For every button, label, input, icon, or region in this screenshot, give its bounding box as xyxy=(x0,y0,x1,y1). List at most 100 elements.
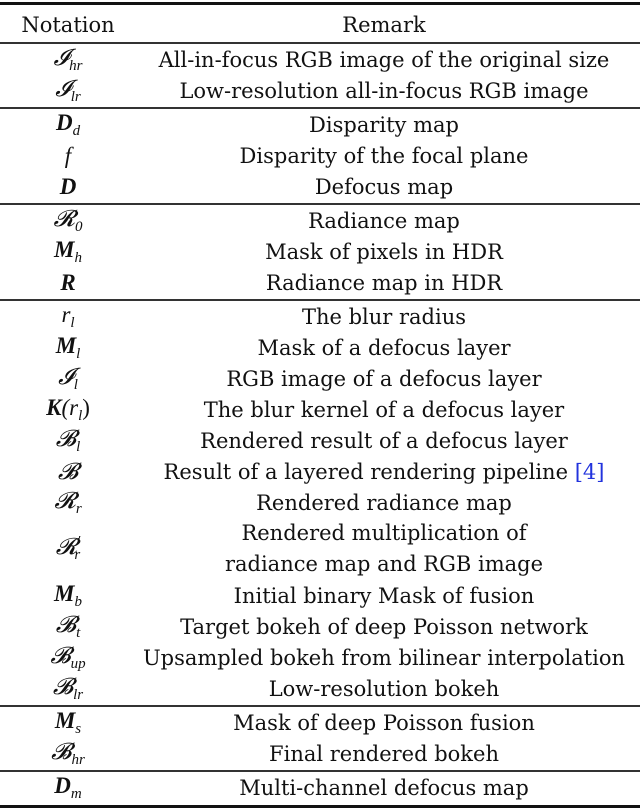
notation-cell: 𝓘lr xyxy=(0,76,136,106)
symbol-base: 𝓘 xyxy=(55,75,71,101)
symbol-base: 𝓑 xyxy=(55,425,77,451)
notation-symbol: 𝓘hr xyxy=(53,44,83,74)
symbol-base: 𝓑 xyxy=(57,458,79,484)
notation-symbol: K(rl) xyxy=(46,395,90,424)
symbol-base: 𝓘 xyxy=(53,44,70,70)
symbol-base: 𝓑 xyxy=(55,611,77,637)
notation-cell: Ml xyxy=(0,333,136,363)
remark-text-line2: radiance map and RGB image xyxy=(224,552,544,576)
header-row: Notation Remark xyxy=(0,8,640,42)
symbol-subscript: l xyxy=(70,314,75,331)
table-row: Dd Disparity map xyxy=(0,109,640,140)
remark-cell: Radiance map xyxy=(136,209,640,233)
symbol-subscript: h xyxy=(74,249,82,266)
remark-text: Disparity of the focal plane xyxy=(239,143,529,168)
remark-text: Mask of deep Poisson fusion xyxy=(233,710,535,735)
remark-text: Result of a layered rendering pipeline xyxy=(163,459,568,484)
notation-symbol: Ms xyxy=(55,708,81,737)
remark-cell: All-in-focus RGB image of the original s… xyxy=(136,48,640,72)
remark-cell: Rendered multiplication of radiance map a… xyxy=(136,518,640,580)
remark-text: Final rendered bokeh xyxy=(269,741,499,766)
table-row: Ml Mask of a defocus layer xyxy=(0,332,640,363)
notation-symbol: 𝓘l xyxy=(58,364,78,393)
symbol-subscript: r xyxy=(75,500,82,517)
table-row: 𝓑lr Low-resolution bokeh xyxy=(0,673,640,704)
notation-symbol: Ml xyxy=(55,332,81,362)
remark-cell: Mask of a defocus layer xyxy=(136,336,640,360)
table-row: Mh Mask of pixels in HDR xyxy=(0,236,640,267)
table-row: 𝓡′r Rendered multiplication of radiance ma… xyxy=(0,518,640,580)
notation-symbol: Mh xyxy=(54,236,82,266)
symbol-base: D xyxy=(59,173,77,199)
notation-symbol: 𝓑lr xyxy=(52,673,83,703)
remark-cell: The blur radius xyxy=(136,305,640,329)
symbol-base: M xyxy=(54,580,75,606)
remark-cell: Radiance map in HDR xyxy=(136,271,640,295)
remark-text: Disparity map xyxy=(309,112,459,137)
symbol-base: M xyxy=(55,332,77,358)
notation-symbol: R xyxy=(60,270,75,295)
remark-cell: Disparity map xyxy=(136,113,640,137)
table-row: 𝓘l RGB image of a defocus layer xyxy=(0,363,640,394)
remark-text: Multi-channel defocus map xyxy=(239,775,529,800)
remark-text: Low-resolution all-in-focus RGB image xyxy=(179,78,589,103)
remark-cell: The blur kernel of a defocus layer xyxy=(136,398,640,422)
remark-cell: Low-resolution all-in-focus RGB image xyxy=(136,79,640,103)
remark-cell: Rendered radiance map xyxy=(136,491,640,515)
notation-cell: rl xyxy=(0,302,136,332)
notation-symbol: D xyxy=(60,174,77,199)
remark-text: Radiance map in HDR xyxy=(265,270,503,295)
remark-cell: Mask of pixels in HDR xyxy=(136,240,640,264)
symbol-subscript: r xyxy=(74,547,81,563)
notation-cell: D xyxy=(0,174,136,200)
symbol-base: M xyxy=(54,236,75,262)
notation-cell: 𝓑lr xyxy=(0,674,136,704)
symbol-subscript: hr xyxy=(69,57,83,74)
notation-symbol: 𝓑l xyxy=(55,425,80,455)
remark-text: Mask of a defocus layer xyxy=(257,335,511,360)
notation-symbol: 𝓡r xyxy=(54,488,81,517)
symbol-base: 𝓑 xyxy=(50,642,71,668)
symbol-base: D xyxy=(55,109,73,135)
remark-text: Target bokeh of deep Poisson network xyxy=(180,614,588,639)
remark-text: All-in-focus RGB image of the original s… xyxy=(158,47,610,72)
remark-text: Rendered result of a defocus layer xyxy=(200,428,568,453)
header-remark: Remark xyxy=(342,13,426,37)
table-row: D Defocus map xyxy=(0,171,640,202)
table-row: R Radiance map in HDR xyxy=(0,267,640,298)
table-row: Mb Initial binary Mask of fusion xyxy=(0,580,640,611)
notation-symbol: 𝓡′r xyxy=(56,534,81,563)
notation-symbol: f xyxy=(65,143,71,168)
remark-text: Radiance map xyxy=(308,208,460,233)
table-row: Dm Multi-channel defocus map xyxy=(0,772,640,803)
remark-cell: Upsampled bokeh from bilinear interpolat… xyxy=(136,646,640,670)
symbol-base: 𝓡 xyxy=(53,205,75,231)
notation-cell: Mb xyxy=(0,581,136,611)
notation-cell: 𝓡0 xyxy=(0,206,136,236)
notation-cell: 𝓑hr xyxy=(0,739,136,769)
notation-cell: 𝓑l xyxy=(0,426,136,456)
symbol-subscript: lr xyxy=(73,686,84,703)
notation-cell: f xyxy=(0,143,136,169)
citation-link[interactable]: [4] xyxy=(575,460,605,484)
remark-text: Upsampled bokeh from bilinear interpolat… xyxy=(142,645,626,670)
notation-symbol: rl xyxy=(61,302,74,331)
remark-cell: Disparity of the focal plane xyxy=(136,144,640,168)
notation-cell: 𝓑up xyxy=(0,643,136,673)
notation-cell: Ms xyxy=(0,708,136,738)
notation-symbol: 𝓑t xyxy=(55,611,80,641)
notation-cell: 𝓘l xyxy=(0,364,136,394)
top-rule xyxy=(0,2,640,5)
table-row: 𝓘hr All-in-focus RGB image of the origina… xyxy=(0,44,640,75)
symbol-subscript: b xyxy=(74,593,82,610)
remark-cell: Mask of deep Poisson fusion xyxy=(136,711,640,735)
remark-text: Mask of pixels in HDR xyxy=(265,239,503,264)
symbol-subscript: lr xyxy=(70,88,81,105)
symbol-base: 𝓑 xyxy=(52,673,74,699)
table-row: 𝓑 Result of a layered rendering pipeline … xyxy=(0,456,640,487)
symbol-subscript: up xyxy=(70,655,86,672)
table-row: 𝓡r Rendered radiance map xyxy=(0,487,640,518)
notation-cell: 𝓡′r xyxy=(0,534,136,564)
notation-symbol: 𝓡0 xyxy=(53,205,83,235)
header-notation: Notation xyxy=(21,13,115,37)
